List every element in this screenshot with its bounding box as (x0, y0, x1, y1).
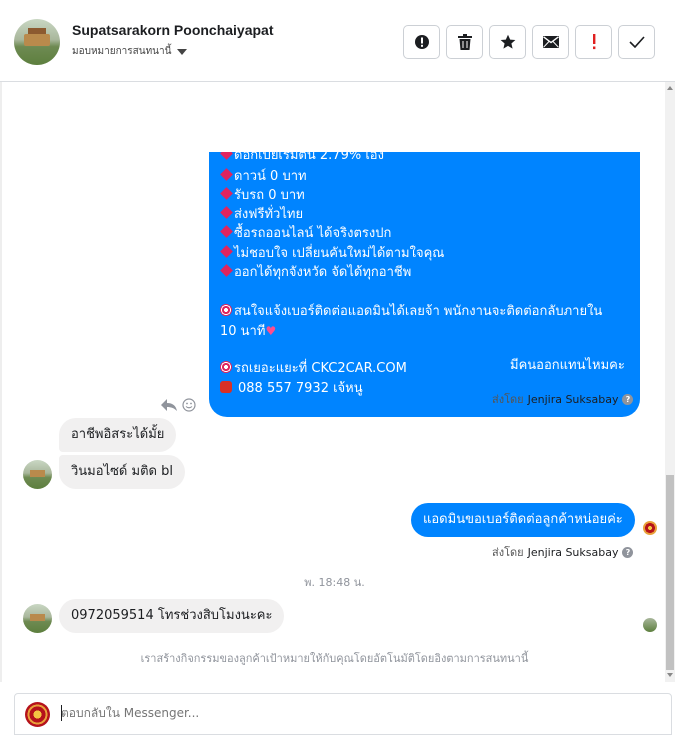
cta-line: 10 นาที (220, 324, 266, 339)
spam-button[interactable] (403, 25, 440, 59)
diamond-icon (220, 245, 233, 258)
reply-composer (14, 693, 672, 735)
page-avatar (25, 702, 50, 727)
sent-by-prefix: ส่งโดย (492, 393, 524, 406)
promo-line: รับรถ 0 บาท (234, 188, 305, 203)
smiley-icon[interactable] (182, 398, 196, 412)
siren-icon (220, 381, 232, 393)
diamond-icon (220, 206, 233, 219)
diamond-icon (220, 168, 233, 181)
sent-by-name: Jenjira Suksabay (527, 545, 619, 559)
diamond-icon (220, 152, 233, 160)
promo-line: ซื้อรถออนไลน์ ได้จริงตรงปก (234, 226, 392, 241)
scrollbar-thumb[interactable] (666, 475, 674, 670)
delete-button[interactable] (446, 25, 483, 59)
assign-label: มอบหมายการสนทนานี้ (72, 46, 172, 57)
important-button[interactable] (575, 25, 612, 59)
seen-by-contact-icon (643, 618, 657, 632)
important-icon (592, 34, 595, 50)
contact-avatar-small (23, 604, 52, 633)
mark-unread-button[interactable] (532, 25, 569, 59)
mark-done-button[interactable] (618, 25, 655, 59)
promo-line: ดาวน์ 0 บาท (234, 169, 307, 184)
messenger-conversation: Supatsarakorn Poonchaiyapat มอบหมายการสน… (0, 0, 675, 735)
promo-line: ไม่ชอบใจ เปลี่ยนคันใหม่ได้ตามใจคุณ (234, 246, 445, 261)
diamond-icon (220, 187, 233, 200)
target-icon (220, 361, 232, 373)
envelope-icon (542, 36, 559, 48)
incoming-message[interactable]: อาชีพอิสระได้มั้ย (59, 418, 177, 452)
assign-conversation-dropdown[interactable]: มอบหมายการสนทนานี้ (72, 44, 188, 59)
scroll-down-arrow-icon[interactable] (667, 673, 673, 677)
caret-down-icon (177, 48, 188, 55)
conversation-header: Supatsarakorn Poonchaiyapat มอบหมายการสน… (0, 0, 675, 82)
promo-line: ส่งฟรีทั่วไทย (234, 207, 304, 222)
trash-icon (457, 34, 472, 50)
seen-by-page-icon (643, 521, 657, 535)
sent-by-label: ส่งโดย Jenjira Suksabay ? (492, 543, 634, 561)
promo-line: ดอกเบี้ยเริ่มต้น 2.79% เอง (234, 152, 384, 163)
message-thread[interactable]: ดอกเบี้ยเริ่มต้น 2.79% เอง ดาวน์ 0 บาท ร… (0, 82, 665, 682)
contact-avatar-small (23, 460, 52, 489)
help-icon[interactable]: ? (622, 393, 634, 405)
sent-by-prefix: ส่งโดย (492, 546, 524, 559)
reply-input[interactable] (61, 706, 651, 720)
header-actions (403, 25, 655, 59)
cta-line: สนใจแจ้งเบอร์ติดต่อแอดมินได้เลยจ้า พนักง… (234, 304, 603, 319)
spam-icon (414, 35, 429, 49)
auto-activity-notice: เราสร้างกิจกรรมของลูกค้าเป้าหมายให้กับคุ… (140, 652, 529, 665)
contact-name[interactable]: Supatsarakorn Poonchaiyapat (72, 22, 274, 38)
sent-by-label: ส่งโดย Jenjira Suksabay ? (492, 390, 634, 408)
diamond-icon (220, 264, 233, 277)
message-timestamp: พ. 18:48 น. (304, 576, 365, 589)
help-icon[interactable]: ? (622, 546, 634, 558)
reply-icon[interactable] (160, 398, 178, 412)
phone-line: 088 557 7932 เจ้หนู (238, 381, 363, 396)
sent-by-name: Jenjira Suksabay (527, 392, 619, 406)
target-icon (220, 304, 232, 316)
diamond-icon (220, 225, 233, 238)
outgoing-message[interactable]: มีคนออกแทนไหมคะ (498, 349, 637, 383)
promo-line: ออกได้ทุกจังหวัด จัดได้ทุกอาชีพ (234, 265, 412, 280)
site-line: รถเยอะแยะที่ CKC2CAR.COM (234, 361, 407, 376)
scroll-up-arrow-icon[interactable] (667, 86, 673, 90)
star-icon (500, 34, 515, 49)
heart-icon: ♥ (265, 324, 277, 338)
incoming-message[interactable]: วินมอไซด์ มติด bl (59, 455, 185, 489)
outgoing-message[interactable]: แอดมินขอเบอร์ติดต่อลูกค้าหน่อยค่ะ (411, 503, 635, 537)
check-icon (628, 36, 645, 48)
incoming-message[interactable]: 0972059514 โทรช่วงสิบโมงนะคะ (59, 599, 285, 633)
contact-avatar[interactable] (14, 19, 60, 65)
star-button[interactable] (489, 25, 526, 59)
